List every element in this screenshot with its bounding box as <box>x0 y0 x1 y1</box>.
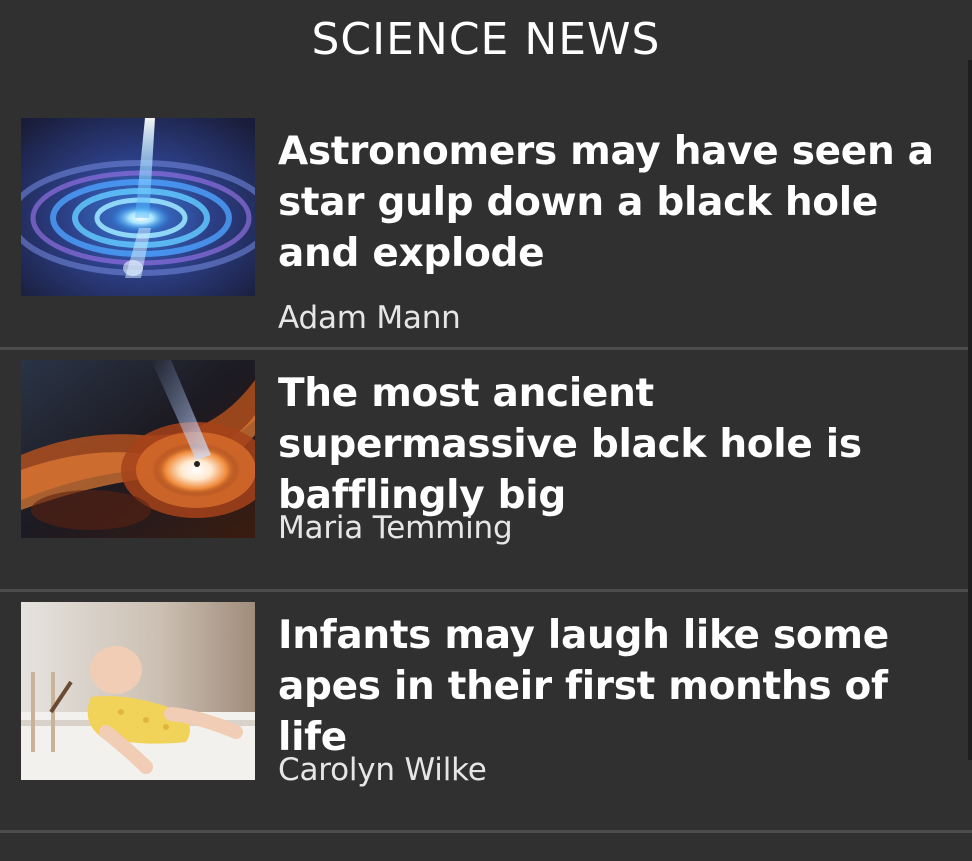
article-thumbnail[interactable] <box>21 360 255 538</box>
blue-spiral-galaxy-jet-image <box>21 118 255 296</box>
page-title: SCIENCE NEWS <box>311 14 661 65</box>
article-author: Maria Temming <box>278 510 513 546</box>
article-author: Carolyn Wilke <box>278 752 487 788</box>
laughing-infant-photo <box>21 602 255 780</box>
article-author: Adam Mann <box>278 300 461 336</box>
orange-accretion-disk-black-hole-image <box>21 360 255 538</box>
article-headline[interactable]: Infants may laugh like some apes in thei… <box>278 610 958 763</box>
article-card[interactable]: The most ancient supermassive black hole… <box>0 350 972 590</box>
scrollbar-track[interactable] <box>968 60 972 760</box>
divider <box>0 830 972 833</box>
article-thumbnail[interactable] <box>21 602 255 780</box>
article-card[interactable]: Infants may laugh like some apes in thei… <box>0 592 972 832</box>
app-header: SCIENCE NEWS <box>0 0 972 84</box>
article-thumbnail[interactable] <box>21 118 255 296</box>
article-headline[interactable]: The most ancient supermassive black hole… <box>278 368 958 521</box>
article-card[interactable]: Astronomers may have seen a star gulp do… <box>0 108 972 348</box>
article-headline[interactable]: Astronomers may have seen a star gulp do… <box>278 126 958 279</box>
